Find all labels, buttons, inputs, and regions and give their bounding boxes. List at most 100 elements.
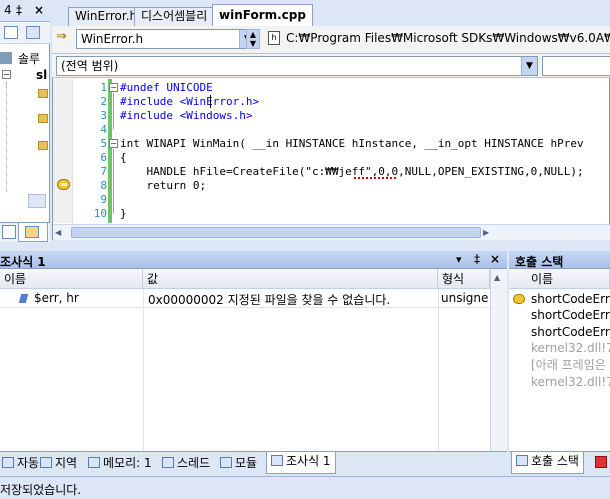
callstack-grid: 이름 shortCodeError shortCodeError shortCo… [509, 269, 610, 451]
fold-toggle-icon[interactable]: − [109, 83, 118, 92]
spin-icon[interactable]: ▲ ▼ [246, 29, 260, 49]
callstack-row[interactable]: shortCodeError [531, 324, 610, 340]
line-number: 2 [100, 95, 107, 108]
solution-tab-icon[interactable] [2, 225, 16, 239]
tab-watch-1[interactable]: 조사식 1 [266, 452, 336, 474]
dropdown-icon[interactable]: ▾ [456, 253, 462, 266]
line-number: 1 [100, 81, 107, 94]
threads-icon [162, 457, 174, 468]
callstack-row[interactable]: shortCodeError [531, 307, 610, 323]
header-file-icon: h [268, 31, 280, 45]
tab-locals[interactable]: 지역 [38, 454, 77, 473]
folder-icon[interactable] [38, 89, 48, 98]
collapse-icon[interactable]: − [2, 70, 11, 79]
line-number: 8 [100, 179, 107, 192]
chevron-down-icon[interactable]: ▼ [521, 57, 537, 75]
tab-callstack-label: 호출 스택 [531, 454, 579, 468]
properties-icon[interactable] [4, 26, 18, 39]
tab-threads-label: 스레드 [177, 456, 211, 470]
text-caret [210, 95, 211, 108]
dropdown-icon[interactable]: 4 [4, 3, 12, 17]
code-line-10: } [120, 207, 127, 220]
locals-icon [40, 457, 52, 468]
tab-callstack[interactable]: 호출 스택 [511, 452, 584, 474]
column-header-name[interactable]: 이름 [509, 269, 610, 289]
line-number: 7 [100, 165, 107, 178]
tab-memory-label: 메모리: 1 [103, 456, 152, 470]
code-line-7: HANDLE hFile=CreateFile("c:₩₩jeff",0,0,N… [120, 165, 584, 178]
solution-explorer-header: 4 ‡ × [0, 0, 50, 22]
horizontal-scrollbar[interactable]: ◀ ▶ [53, 224, 610, 240]
code-line-3: #include <Windows.h> [120, 109, 253, 122]
table-row[interactable]: $err, hr 0x00000002 지정된 파일을 찾을 수 없습니다. u… [0, 290, 490, 307]
watch-icon [271, 455, 283, 466]
tree-connector [6, 82, 7, 192]
pin-icon[interactable]: ‡ [474, 252, 480, 266]
scroll-thumb[interactable] [71, 227, 481, 238]
tab-threads[interactable]: 스레드 [160, 454, 210, 473]
line-number: 6 [100, 151, 107, 164]
memory-icon [88, 457, 100, 468]
scroll-thumb[interactable] [28, 194, 46, 208]
tab-autos[interactable]: 자동 [0, 454, 39, 473]
solution-explorer-toolbar [0, 22, 50, 44]
fold-line [113, 149, 114, 213]
fold-toggle-icon[interactable]: − [109, 139, 118, 148]
code-line-2: #include <WinError.h> [120, 95, 260, 108]
member-combo[interactable] [542, 56, 610, 76]
class-view-tab[interactable] [18, 223, 48, 242]
callstack-row[interactable]: [아래 프레임은 [531, 357, 606, 373]
path-combo-value: C:₩Program Files₩Microsoft SDKs₩Windows₩… [286, 31, 610, 45]
code-area[interactable]: #undef UNICODE #include <WinError.h> #in… [120, 81, 610, 221]
code-line: #undef UNICODE [120, 81, 213, 95]
modules-icon [220, 457, 232, 468]
solution-icon [0, 52, 12, 64]
code-line-1: #undef UNICODE [120, 81, 213, 94]
tree-item-solution[interactable]: 솔루 [18, 50, 40, 67]
scroll-right-icon[interactable]: ▶ [483, 227, 495, 239]
scope-combo[interactable]: (전역 범위) ▼ [56, 56, 538, 76]
breakpoint-gutter[interactable] [53, 79, 73, 223]
close-icon[interactable]: × [34, 3, 44, 17]
file-icon: ⇒ [56, 29, 67, 44]
tab-winform-cpp[interactable]: winForm.cpp [212, 4, 313, 26]
scroll-left-icon[interactable]: ◀ [55, 227, 67, 239]
code-line: #include <WinError.h> [120, 95, 259, 109]
callstack-row[interactable]: kernel32.dll!7c [531, 374, 610, 390]
callstack-row[interactable]: shortCodeError [531, 291, 610, 307]
folder-icon[interactable] [38, 141, 48, 150]
file-combo-value: WinError.h [81, 32, 144, 46]
tree-item-project[interactable]: sl [36, 68, 47, 82]
column-header-value[interactable]: 값 [143, 269, 438, 289]
column-header-type[interactable]: 형식 [438, 269, 490, 289]
callstack-panel-titlebar: 호출 스택 [509, 251, 610, 269]
file-combo[interactable]: WinError.h ▼ [76, 29, 256, 49]
watch-row-type: unsigned [441, 291, 489, 305]
scroll-up-icon[interactable]: ▲ [494, 273, 500, 282]
refresh-icon[interactable] [26, 26, 40, 39]
close-icon[interactable]: × [490, 252, 500, 266]
scope-combo-value: (전역 범위) [61, 59, 119, 73]
tab-locals-label: 지역 [55, 456, 78, 470]
debug-tool-tabs: 자동 지역 메모리: 1 스레드 모듈 조사식 1 [0, 451, 507, 475]
line-number: 3 [100, 109, 107, 122]
callstack-row[interactable]: kernel32.dll!7c [531, 340, 610, 356]
variable-icon [18, 294, 29, 303]
path-combo[interactable]: C:₩Program Files₩Microsoft SDKs₩Windows₩… [284, 29, 610, 49]
line-number: 4 [100, 123, 107, 136]
folder-icon[interactable] [38, 114, 48, 123]
current-frame-arrow-icon [513, 294, 525, 304]
tab-autos-label: 자동 [17, 456, 40, 470]
pin-icon[interactable]: ‡ [16, 3, 22, 17]
editor-tab-strip: WinError.h 디스어셈블리 winForm.cpp [52, 0, 610, 26]
breakpoints-icon[interactable] [595, 456, 607, 468]
class-view-icon [25, 226, 39, 238]
tab-modules-label: 모듈 [235, 456, 258, 470]
column-header-name[interactable]: 이름 [0, 269, 143, 289]
tab-memory[interactable]: 메모리: 1 [86, 454, 152, 473]
tab-winerror-h[interactable]: WinError.h [68, 7, 145, 26]
tab-disassembly[interactable]: 디스어셈블리 [134, 7, 215, 26]
watch-row-value: 0x00000002 지정된 파일을 찾을 수 없습니다. [148, 293, 391, 307]
tab-modules[interactable]: 모듈 [218, 454, 257, 473]
vertical-scrollbar[interactable]: ▲ [490, 269, 507, 451]
